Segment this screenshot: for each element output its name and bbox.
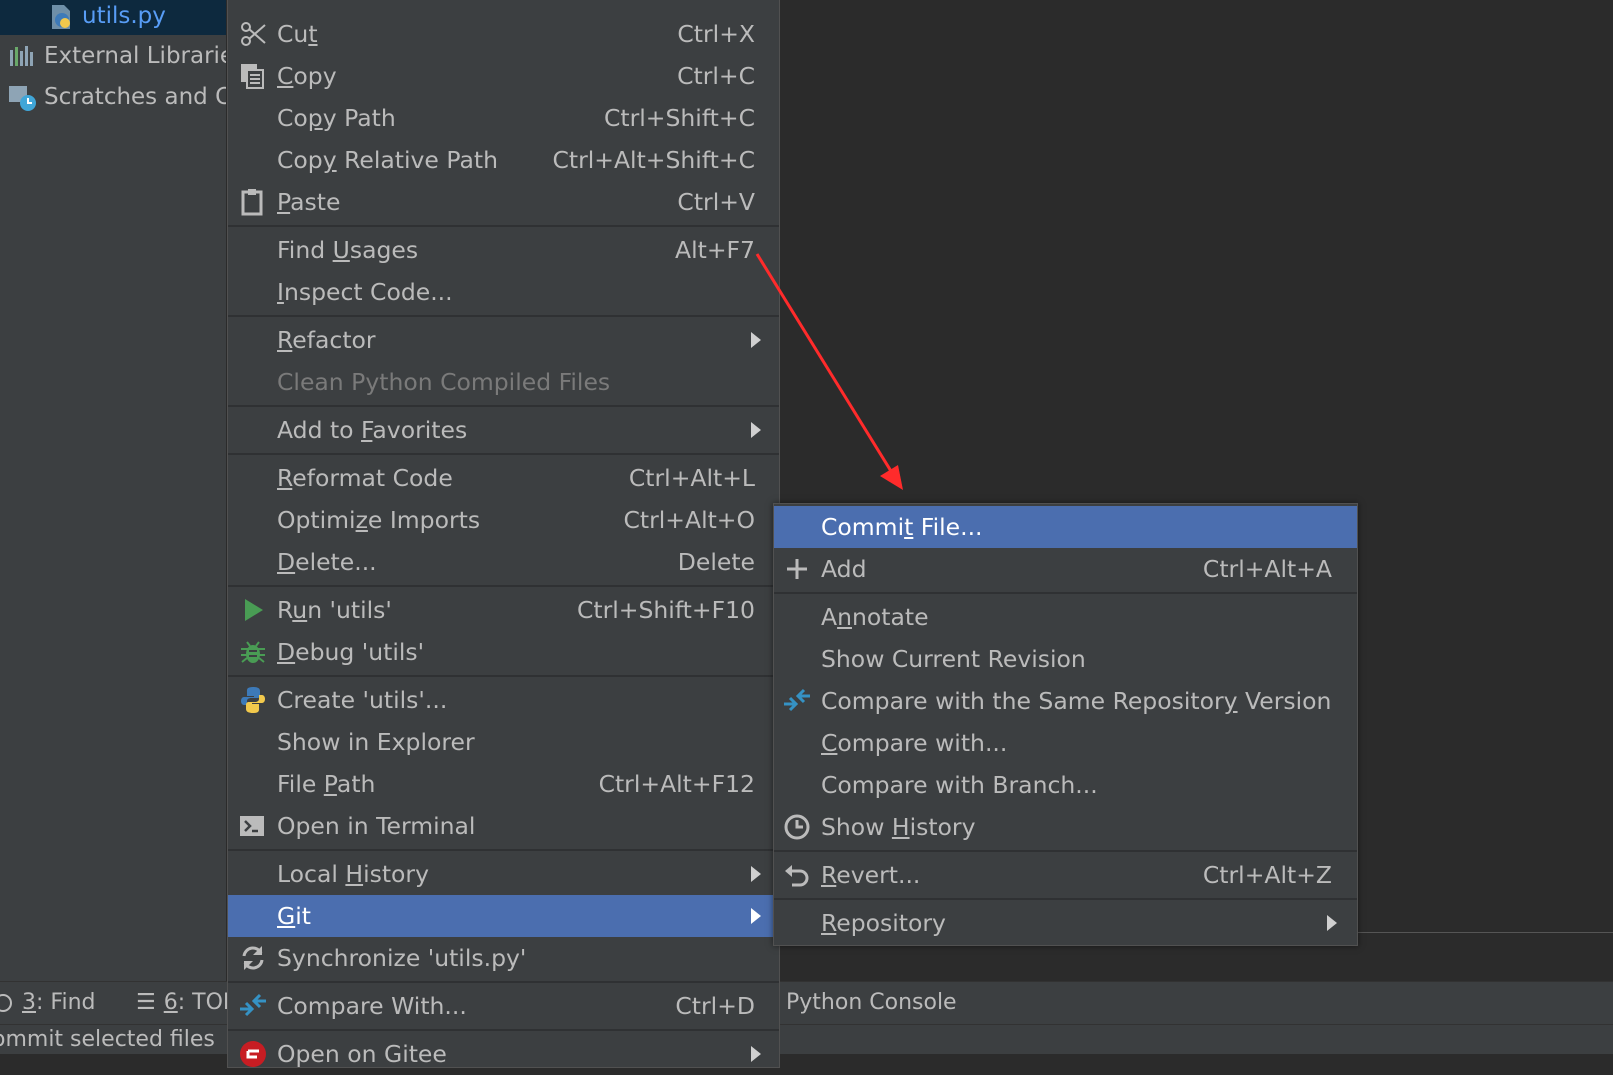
- menu-item-add-to-favorites[interactable]: Add to Favorites: [228, 409, 779, 451]
- menu-item-annotate[interactable]: Annotate: [774, 596, 1357, 638]
- tree-item-utils-py[interactable]: utils.py: [0, 0, 226, 35]
- menu-item-compare-with[interactable]: Compare with...: [774, 722, 1357, 764]
- menu-item-copy[interactable]: Copy Ctrl+C: [228, 55, 779, 97]
- terminal-icon: [240, 816, 264, 836]
- python-file-icon: [52, 4, 70, 29]
- menu-item-cut[interactable]: Cut Ctrl+X: [228, 13, 779, 55]
- menu-separator: [228, 315, 779, 317]
- menu-item-compare-same-repo[interactable]: Compare with the Same Repository Version: [774, 680, 1357, 722]
- compare-icon: [784, 688, 810, 712]
- submenu-arrow-icon: [751, 908, 761, 924]
- menu-separator: [228, 405, 779, 407]
- submenu-arrow-icon: [751, 422, 761, 438]
- python-console-button[interactable]: Python Console: [786, 982, 957, 1024]
- menu-item-inspect-code[interactable]: Inspect Code...: [228, 271, 779, 313]
- editor-divider: [1357, 932, 1613, 933]
- menu-item-synchronize[interactable]: Synchronize 'utils.py': [228, 937, 779, 979]
- menu-item-optimize-imports[interactable]: Optimize Imports Ctrl+Alt+O: [228, 499, 779, 541]
- menu-separator: [228, 585, 779, 587]
- menu-item-copy-relative-path[interactable]: Copy Relative Path Ctrl+Alt+Shift+C: [228, 139, 779, 181]
- python-icon: [241, 687, 265, 713]
- menu-item-revert[interactable]: Revert... Ctrl+Alt+Z: [774, 854, 1357, 896]
- menu-item-delete[interactable]: Delete... Delete: [228, 541, 779, 583]
- git-submenu: Commit File... Add Ctrl+Alt+A Annotate S…: [773, 503, 1358, 946]
- menu-separator: [228, 453, 779, 455]
- menu-item-compare-with-branch[interactable]: Compare with Branch...: [774, 764, 1357, 806]
- menu-item-compare-with[interactable]: Compare With... Ctrl+D: [228, 985, 779, 1027]
- clipboard-icon: [241, 189, 263, 216]
- find-tool-button[interactable]: 3: Find: [0, 982, 95, 1024]
- list-icon: ☰: [136, 990, 156, 1015]
- status-text: ommit selected files: [0, 1027, 215, 1052]
- undo-icon: [785, 865, 809, 887]
- gitee-icon: [240, 1041, 266, 1067]
- menu-separator: [228, 1029, 779, 1031]
- menu-item-file-path[interactable]: File Path Ctrl+Alt+F12: [228, 763, 779, 805]
- tree-item-label: External Librarie: [44, 43, 226, 69]
- menu-item-refactor[interactable]: Refactor: [228, 319, 779, 361]
- sync-icon: [242, 946, 264, 970]
- menu-item-reformat-code[interactable]: Reformat Code Ctrl+Alt+L: [228, 457, 779, 499]
- copy-icon: [241, 64, 264, 89]
- menu-item-add[interactable]: Add Ctrl+Alt+A: [774, 548, 1357, 590]
- project-tree: utils.py External Librarie Scratches and…: [0, 0, 226, 981]
- menu-separator: [228, 225, 779, 227]
- submenu-arrow-icon: [751, 866, 761, 882]
- menu-item-debug[interactable]: Debug 'utils': [228, 631, 779, 673]
- menu-item-create[interactable]: Create 'utils'...: [228, 679, 779, 721]
- menu-separator: [774, 850, 1357, 852]
- scissors-icon: [241, 22, 266, 46]
- tree-item-scratches[interactable]: Scratches and C: [0, 78, 226, 116]
- submenu-arrow-icon: [1327, 915, 1337, 931]
- run-icon: [245, 599, 263, 621]
- tree-item-label: utils.py: [82, 3, 166, 29]
- menu-item-copy-path[interactable]: Copy Path Ctrl+Shift+C: [228, 97, 779, 139]
- context-menu: Cut Ctrl+X Copy Ctrl+C Copy Path Ctrl+Sh…: [227, 0, 780, 1068]
- menu-separator: [228, 849, 779, 851]
- menu-separator: [774, 592, 1357, 594]
- compare-icon: [240, 993, 266, 1017]
- libraries-icon: [10, 45, 33, 66]
- menu-separator: [228, 675, 779, 677]
- bug-icon: [241, 641, 265, 663]
- clock-icon: [784, 814, 810, 840]
- scratches-icon: [9, 85, 36, 111]
- menu-separator: [774, 898, 1357, 900]
- menu-item-show-in-explorer[interactable]: Show in Explorer: [228, 721, 779, 763]
- menu-item-show-current-revision[interactable]: Show Current Revision: [774, 638, 1357, 680]
- menu-item-clean-python-compiled: Clean Python Compiled Files: [277, 368, 611, 396]
- menu-item-show-history[interactable]: Show History: [774, 806, 1357, 848]
- menu-item-local-history[interactable]: Local History: [228, 853, 779, 895]
- todo-tool-button[interactable]: ☰ 6: TOI: [136, 982, 229, 1024]
- submenu-arrow-icon: [751, 1046, 761, 1062]
- tree-item-external-libraries[interactable]: External Librarie: [0, 37, 226, 75]
- menu-item-paste[interactable]: Paste Ctrl+V: [228, 181, 779, 223]
- submenu-arrow-icon: [751, 332, 761, 348]
- search-icon: [0, 994, 12, 1012]
- plus-icon: [787, 559, 807, 579]
- menu-item-find-usages[interactable]: Find Usages Alt+F7: [228, 229, 779, 271]
- menu-item-git[interactable]: Git: [228, 895, 779, 937]
- menu-item-commit-file[interactable]: Commit File...: [774, 506, 1357, 548]
- menu-item-open-on-gitee[interactable]: Open on Gitee: [228, 1033, 779, 1075]
- tree-item-label: Scratches and C: [44, 84, 226, 110]
- menu-item-repository[interactable]: Repository: [774, 902, 1357, 944]
- menu-item-run[interactable]: Run 'utils' Ctrl+Shift+F10: [228, 589, 779, 631]
- menu-separator: [228, 981, 779, 983]
- menu-item-open-in-terminal[interactable]: Open in Terminal: [228, 805, 779, 847]
